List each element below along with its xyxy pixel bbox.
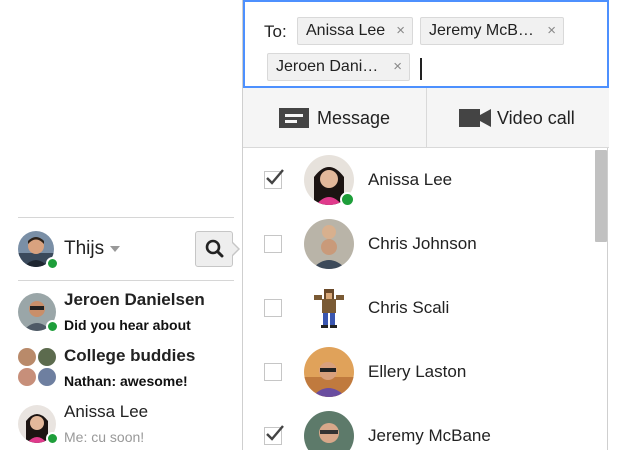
avatar bbox=[304, 347, 354, 397]
conversation-item[interactable]: College buddies Nathan: awesome! bbox=[18, 346, 240, 398]
message-button-label: Message bbox=[317, 108, 391, 128]
contact-checkbox[interactable] bbox=[264, 363, 282, 381]
conversation-item[interactable]: Jeroen Danielsen Did you hear about bbox=[18, 290, 240, 342]
video-call-button-label: Video call bbox=[497, 108, 575, 128]
avatar bbox=[18, 368, 36, 386]
my-name: Thijs bbox=[64, 238, 105, 259]
online-status-icon bbox=[46, 432, 59, 445]
pixel-avatar bbox=[304, 283, 354, 333]
to-label: To: bbox=[264, 22, 287, 41]
contact-list: Anissa Lee Chris Johnson Chris Scali Ell… bbox=[243, 148, 609, 450]
remove-recipient-icon[interactable]: × bbox=[393, 54, 402, 80]
action-bar: Message Video call bbox=[243, 88, 609, 148]
search-pointer-arrow bbox=[231, 241, 240, 257]
contact-checkbox[interactable] bbox=[264, 425, 284, 445]
new-conversation-panel: To: Anissa Lee × Jeremy McB… × Jeroen Da… bbox=[242, 0, 609, 450]
remove-recipient-icon[interactable]: × bbox=[547, 18, 556, 44]
contact-name: Chris Johnson bbox=[368, 234, 477, 253]
contact-row[interactable]: Jeremy McBane bbox=[243, 404, 593, 450]
text-cursor bbox=[420, 58, 422, 80]
contact-checkbox[interactable] bbox=[264, 169, 284, 189]
conversation-snippet: Did you hear about bbox=[64, 317, 191, 333]
divider bbox=[18, 217, 234, 218]
contact-row[interactable]: Ellery Laston bbox=[243, 340, 593, 404]
message-button[interactable]: Message bbox=[243, 88, 426, 148]
chevron-down-icon[interactable] bbox=[110, 246, 120, 252]
recipient-chip[interactable]: Jeroen Dani… × bbox=[267, 53, 410, 81]
recipient-chip[interactable]: Jeremy McB… × bbox=[420, 17, 564, 45]
contact-name: Chris Scali bbox=[368, 298, 450, 317]
conversation-title: Anissa Lee bbox=[64, 402, 149, 421]
contact-checkbox[interactable] bbox=[264, 299, 282, 317]
conversation-item[interactable]: Anissa Lee Me: cu soon! bbox=[18, 402, 240, 450]
divider bbox=[18, 280, 234, 281]
contact-name: Anissa Lee bbox=[368, 170, 453, 189]
contact-checkbox[interactable] bbox=[264, 235, 282, 253]
recipient-chip[interactable]: Anissa Lee × bbox=[297, 17, 413, 45]
avatar bbox=[38, 368, 56, 386]
contact-row[interactable]: Anissa Lee bbox=[243, 148, 593, 212]
contact-row[interactable]: Chris Johnson bbox=[243, 212, 593, 276]
online-status-icon bbox=[46, 320, 59, 333]
contact-name: Jeremy McBane bbox=[368, 426, 491, 445]
avatar bbox=[304, 411, 354, 450]
recipients-field[interactable]: To: Anissa Lee × Jeremy McB… × Jeroen Da… bbox=[243, 0, 609, 88]
recipient-chip-label: Anissa Lee bbox=[306, 22, 386, 39]
online-status-icon bbox=[46, 257, 59, 270]
chat-roster: Thijs Jeroen Danielsen Did you hear abou… bbox=[0, 0, 240, 450]
conversation-title: Jeroen Danielsen bbox=[64, 290, 205, 309]
checkmark-icon bbox=[266, 425, 284, 441]
contact-name: Ellery Laston bbox=[368, 362, 467, 381]
conversation-snippet: Nathan: awesome! bbox=[64, 373, 188, 389]
avatar bbox=[304, 219, 354, 269]
avatar bbox=[38, 348, 56, 366]
recipient-chip-label: Jeroen Dani… bbox=[276, 58, 379, 75]
contact-list-scrollbar[interactable] bbox=[595, 150, 607, 242]
video-call-button[interactable]: Video call bbox=[427, 88, 609, 148]
online-status-icon bbox=[340, 192, 355, 207]
checkmark-icon bbox=[266, 169, 284, 185]
message-icon bbox=[279, 108, 309, 128]
recipient-chip-label: Jeremy McB… bbox=[429, 22, 534, 39]
search-people-button[interactable] bbox=[195, 231, 233, 267]
contact-row[interactable]: Chris Scali bbox=[243, 276, 593, 340]
avatar bbox=[18, 348, 36, 366]
video-camera-icon bbox=[459, 109, 491, 127]
conversation-title: College buddies bbox=[64, 346, 196, 365]
conversation-snippet: Me: cu soon! bbox=[64, 429, 145, 445]
search-icon bbox=[205, 239, 224, 258]
remove-recipient-icon[interactable]: × bbox=[396, 18, 405, 44]
